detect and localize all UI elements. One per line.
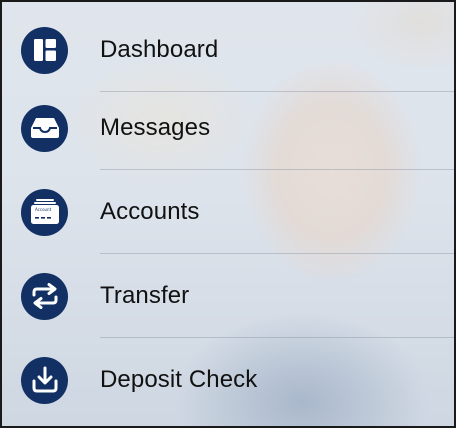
deposit-download-icon — [21, 356, 68, 404]
account-card-icon: Account — [21, 188, 68, 236]
menu-item-messages[interactable]: Messages — [2, 86, 454, 170]
menu-item-label: Deposit Check — [100, 366, 258, 393]
menu-item-transfer[interactable]: Transfer — [2, 254, 454, 338]
inbox-tray-icon — [21, 104, 68, 152]
dashboard-icon — [21, 26, 68, 74]
account-card-text: Account — [35, 207, 52, 212]
menu-item-label: Dashboard — [100, 36, 219, 63]
menu-item-label: Accounts — [100, 198, 200, 225]
menu-item-accounts[interactable]: Account Accounts — [2, 170, 454, 254]
menu-item-label: Transfer — [100, 282, 190, 309]
menu-item-dashboard[interactable]: Dashboard — [2, 8, 454, 92]
menu-item-label: Messages — [100, 114, 211, 141]
transfer-arrows-icon — [21, 272, 68, 320]
app-screen: Dashboard Messages Account Accounts Tran… — [0, 0, 456, 428]
menu-item-deposit-check[interactable]: Deposit Check — [2, 338, 454, 422]
navigation-menu: Dashboard Messages Account Accounts Tran… — [2, 2, 454, 422]
